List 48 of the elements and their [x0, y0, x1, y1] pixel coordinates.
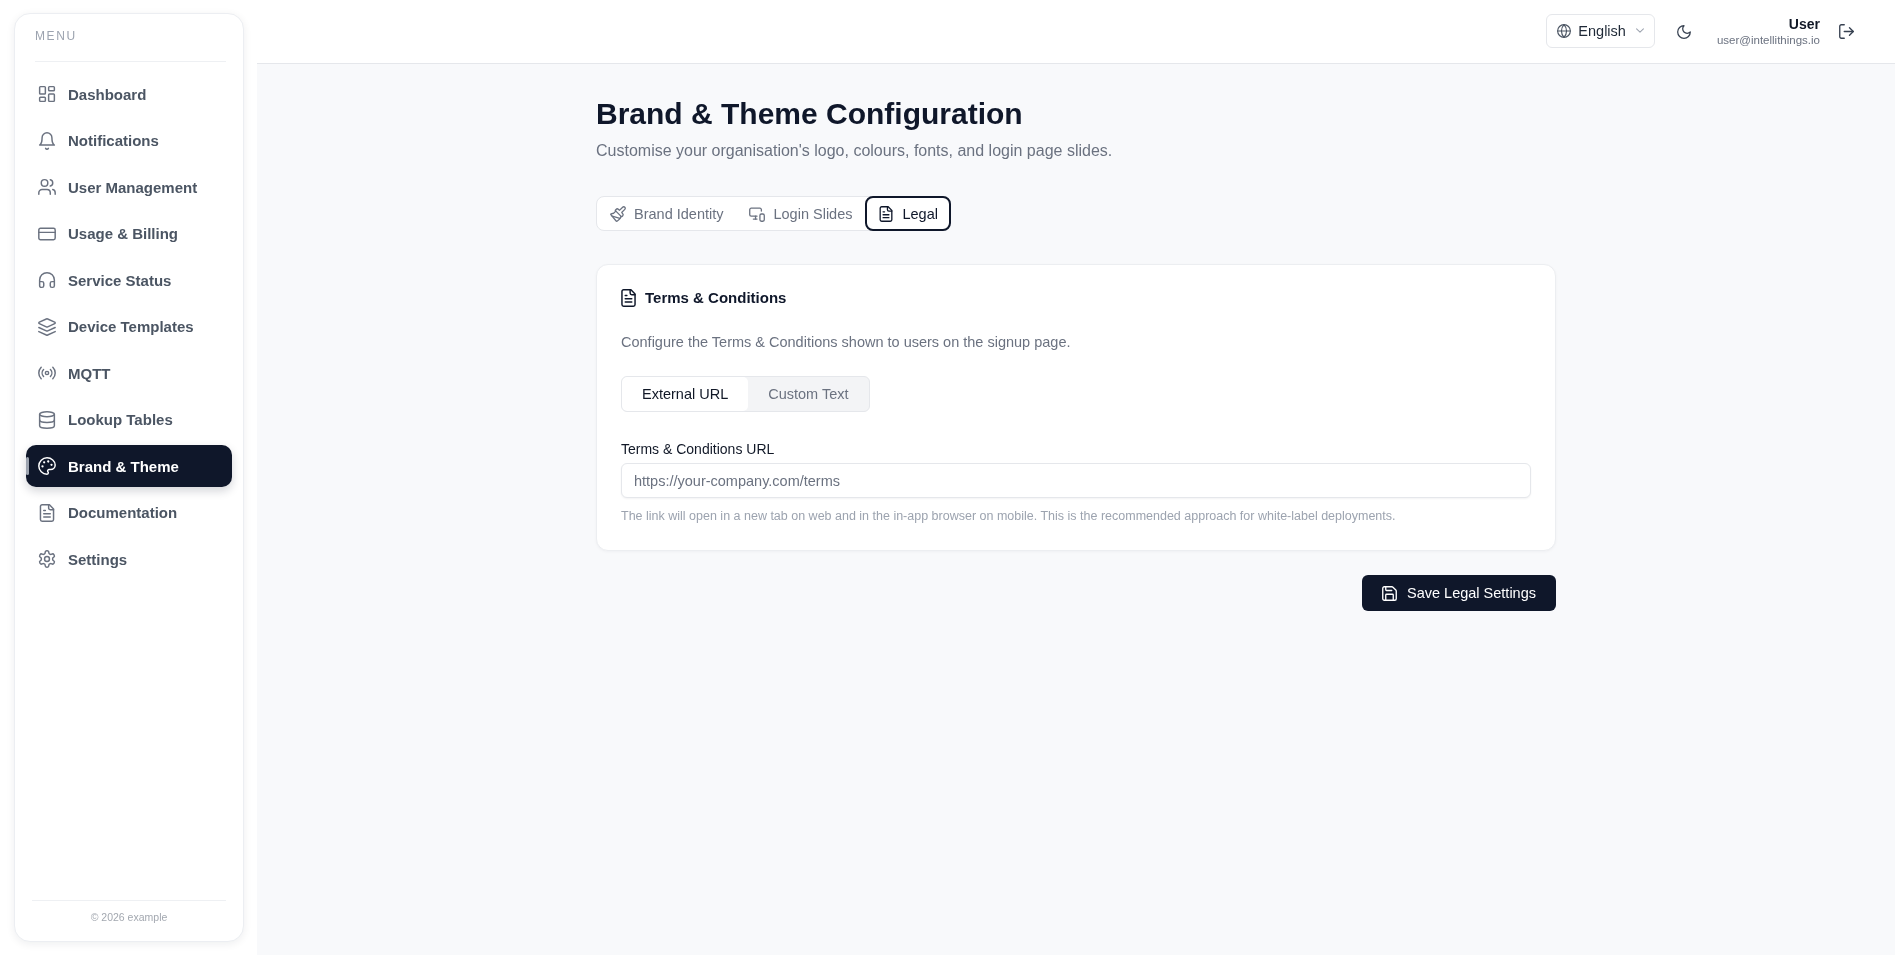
settings-icon	[38, 550, 56, 568]
sidebar-item[interactable]: Lookup Tables	[26, 398, 232, 441]
page-title: Brand & Theme Configuration	[596, 96, 1023, 132]
headphones-icon	[38, 271, 56, 289]
broadcast-icon	[38, 364, 56, 382]
moon-icon[interactable]	[1676, 24, 1691, 39]
sidebar-item[interactable]: Usage & Billing	[26, 212, 232, 255]
save-button[interactable]: Save Legal Settings	[1362, 575, 1556, 611]
mode-option[interactable]: External URL	[622, 377, 749, 411]
monitor-phone-icon	[749, 205, 766, 222]
paintbrush-icon	[610, 205, 626, 222]
mode-option[interactable]: Custom Text	[748, 377, 869, 411]
tab[interactable]: Brand Identity	[597, 197, 737, 230]
users-icon	[38, 178, 56, 196]
document-icon	[878, 205, 895, 222]
sidebar-item[interactable]: MQTT	[26, 352, 232, 394]
sidebar-item[interactable]: User Management	[26, 166, 232, 208]
field-label: Terms & Conditions URL	[621, 440, 775, 458]
sidebar-item[interactable]: Documentation	[26, 491, 232, 534]
document-icon	[621, 289, 636, 307]
grid-icon	[38, 85, 56, 103]
bell-icon	[38, 131, 56, 150]
hint-text: The link will open in a new tab on web and in the in-app browser on mobile. This is the recommended approach for white-label deployments.	[621, 509, 1396, 524]
save-icon	[1382, 585, 1397, 601]
user-email: user@intellithings.io	[1716, 32, 1820, 48]
layers-icon	[38, 317, 56, 336]
card-title: Terms & Conditions	[645, 288, 787, 308]
document-icon	[38, 503, 56, 522]
user-name: User	[1788, 15, 1820, 33]
tab[interactable]: Legal	[865, 196, 951, 231]
database-icon	[38, 410, 56, 429]
sidebar-item[interactable]: Brand & Theme	[26, 445, 232, 487]
menu-heading: MENU	[34, 28, 77, 45]
url-input[interactable]: https://your-company.com/terms	[621, 463, 1531, 498]
language-select[interactable]: English	[1546, 13, 1655, 48]
sidebar-item[interactable]: Service Status	[26, 259, 232, 301]
globe-icon	[1557, 23, 1572, 38]
page-subtitle: Customise your organisation's logo, colours, fonts, and login page slides.	[596, 141, 1113, 161]
card-description: Configure the Terms & Conditions shown to users on the signup page.	[621, 333, 1071, 352]
copyright-text: © 2026 example	[90, 910, 168, 924]
sidebar-item[interactable]: Device Templates	[26, 305, 232, 348]
sidebar-item[interactable]: Dashboard	[26, 73, 232, 115]
palette-icon	[38, 457, 56, 475]
sidebar-item[interactable]: Notifications	[26, 119, 232, 162]
tab[interactable]: Login Slides	[736, 197, 866, 230]
chevron-down-icon	[1635, 28, 1644, 33]
sidebar-item[interactable]: Settings	[26, 538, 232, 580]
logout-icon[interactable]	[1839, 24, 1854, 39]
